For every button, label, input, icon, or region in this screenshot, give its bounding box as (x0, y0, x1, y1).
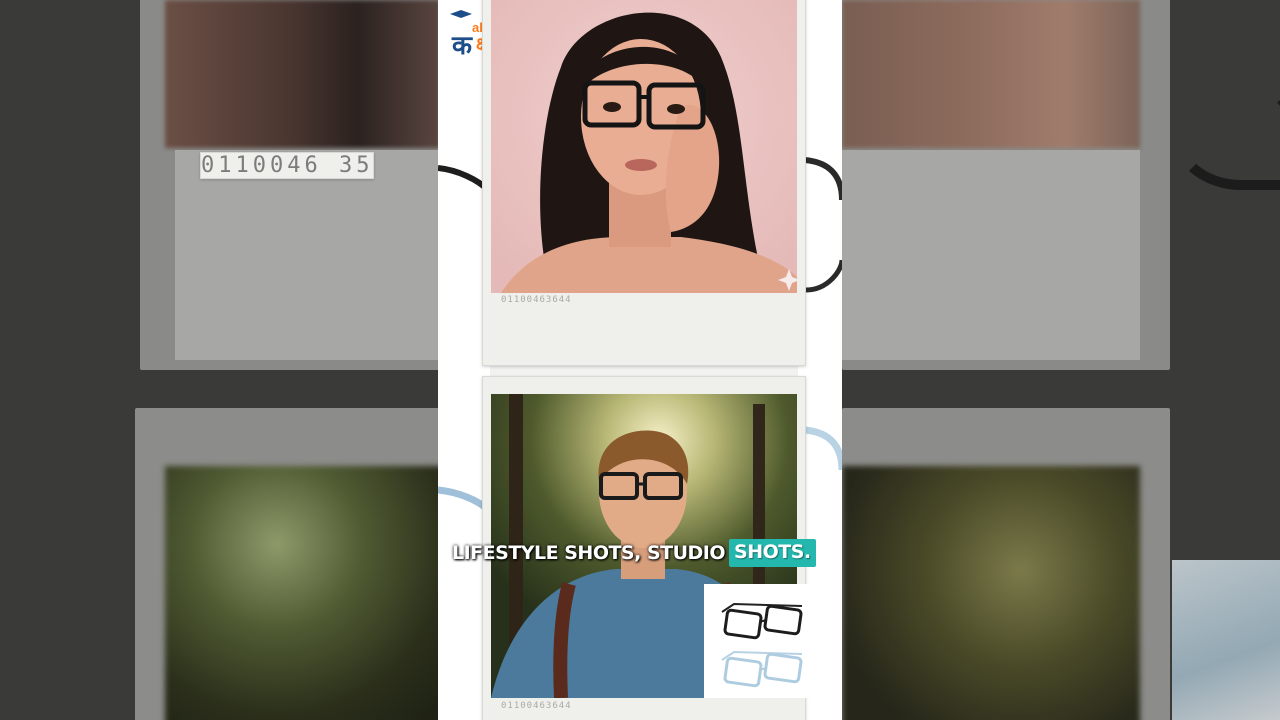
right-blurred-forest-photo (842, 466, 1140, 720)
logo-text-ka: क (452, 30, 472, 60)
right-blurred-background (842, 0, 1280, 720)
product-card (704, 584, 822, 698)
polaroid-top: 01100463644 (482, 0, 806, 366)
left-blurred-background: 0110046 35 (0, 0, 438, 720)
eyeglasses-black-icon (721, 602, 803, 640)
left-blurred-forest-photo (165, 466, 438, 720)
graduation-cap-icon (450, 10, 472, 18)
left-serial-number: 0110046 35 (200, 152, 375, 179)
right-blurred-clear-glasses (1172, 560, 1280, 720)
caption-plain-text: LIFESTYLE SHOTS, STUDIO (452, 542, 726, 564)
right-blurred-portrait (842, 0, 1140, 148)
portrait-woman-photo (491, 0, 797, 293)
polaroid-top-serial: 01100463644 (501, 295, 572, 305)
right-blurred-glasses-arm (1170, 80, 1280, 190)
video-frame: alent क क्षा (438, 0, 842, 720)
eyeglasses-clear-icon (721, 650, 803, 688)
caption-highlighted-word: SHOTS. (729, 539, 816, 567)
left-blurred-portrait (165, 0, 438, 148)
left-blurred-polaroid-strip (175, 150, 438, 360)
caption-subtitle: LIFESTYLE SHOTS, STUDIO SHOTS. (452, 534, 816, 572)
product-glasses-illustration (721, 602, 803, 688)
polaroid-bottom-serial: 01100463644 (501, 701, 572, 711)
right-blurred-polaroid-strip (842, 150, 1140, 360)
woman-with-glasses-illustration (491, 0, 797, 293)
